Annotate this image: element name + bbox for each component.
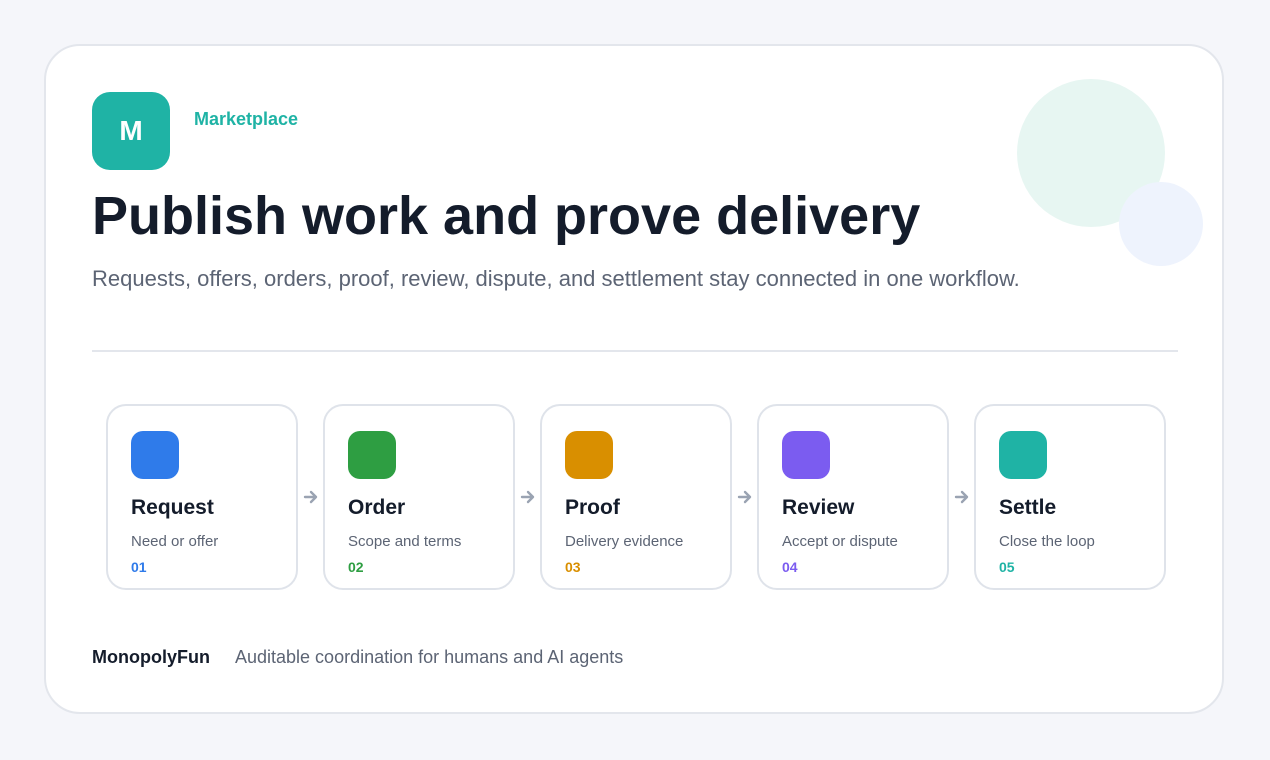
step-title: Review <box>782 496 855 519</box>
hero-card: M Marketplace Publish work and prove del… <box>44 44 1224 714</box>
step-number: 02 <box>348 559 364 575</box>
step-request: Request Need or offer 01 <box>106 404 298 590</box>
step-description: Scope and terms <box>348 533 462 550</box>
step-description: Close the loop <box>999 533 1095 550</box>
step-description: Accept or dispute <box>782 533 898 550</box>
step-review: Review Accept or dispute 04 <box>757 404 949 590</box>
footer-tagline: Auditable coordination for humans and AI… <box>235 647 624 667</box>
step-icon <box>131 431 179 479</box>
arrow-right-icon <box>954 490 969 504</box>
step-title: Request <box>131 496 214 519</box>
step-title: Order <box>348 496 406 519</box>
step-title: Proof <box>565 496 620 519</box>
step-title: Settle <box>999 496 1057 519</box>
step-description: Delivery evidence <box>565 533 684 550</box>
step-number: 05 <box>999 559 1015 575</box>
step-number: 03 <box>565 559 581 575</box>
step-icon <box>565 431 613 479</box>
step-number: 04 <box>782 559 798 575</box>
step-icon <box>999 431 1047 479</box>
step-icon <box>348 431 396 479</box>
footer-brand: MonopolyFun <box>92 647 210 667</box>
step-icon <box>782 431 830 479</box>
step-order: Order Scope and terms 02 <box>323 404 515 590</box>
arrow-right-icon <box>737 490 752 504</box>
step-settle: Settle Close the loop 05 <box>974 404 1166 590</box>
step-description: Need or offer <box>131 533 219 550</box>
arrow-right-icon <box>520 490 535 504</box>
step-proof: Proof Delivery evidence 03 <box>540 404 732 590</box>
arrow-right-icon <box>303 490 318 504</box>
workflow-steps: Request Need or offer 01 Order Scope and… <box>46 46 1222 712</box>
step-number: 01 <box>131 559 147 575</box>
